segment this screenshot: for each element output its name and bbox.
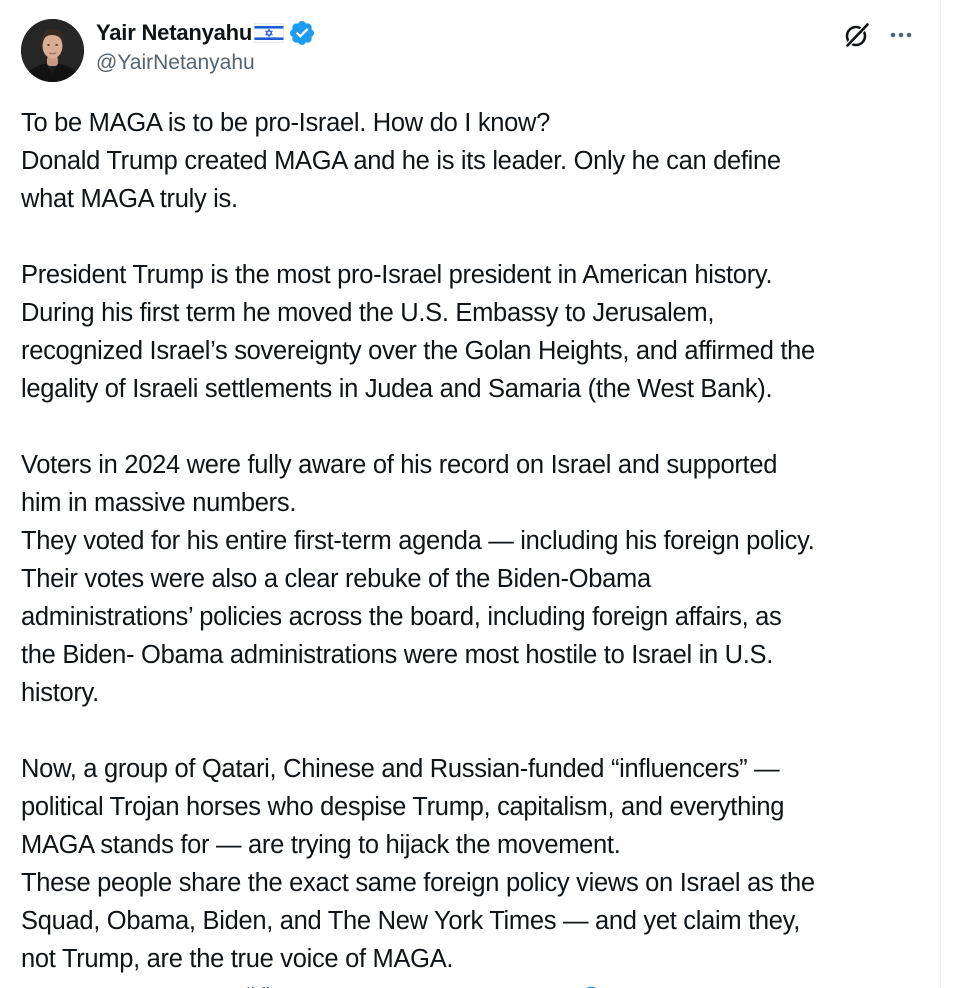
tweet-line: To be MAGA is to be pro-Israel. How do I… [21,109,551,137]
tweet-line: MAGA stands for — are trying to hijack t… [21,831,621,859]
verified-badge-icon[interactable] [288,19,316,47]
grok-icon[interactable] [843,21,871,49]
tweet-line: the Biden- Obama administrations were mo… [21,641,774,669]
tweet-line: Their votes were also a clear rebuke of … [21,565,651,593]
tweet-line: history. [21,679,99,707]
tweet-line: During his first term he moved the U.S. … [21,299,715,327]
tweet-line: Now, a group of Qatari, Chinese and Russ… [21,755,780,783]
tweet-line: recognized Israel’s sovereignty over the… [21,337,815,365]
tweet-card: Yair Netanyahu @YairNetanyahu To be MAGA… [0,0,940,988]
tweet-line: These people share the exact same foreig… [21,869,815,897]
show-more-link[interactable]: G [581,978,601,988]
tweet-line: what MAGA truly is. [21,185,238,213]
israel-flag-icon [254,23,284,43]
truncated-line: “ ” G [21,978,921,988]
tweet-line: administrations’ policies across the boa… [21,603,782,631]
truncated-text-fragment: “ ” [246,978,270,988]
name-row: Yair Netanyahu [96,17,316,49]
tweet-line: Squad, Obama, Biden, and The New York Ti… [21,907,800,935]
tweet-line: They voted for his entire first-term age… [21,527,815,555]
tweet-line: legality of Israeli settlements in Judea… [21,375,773,403]
tweet-line: political Trojan horses who despise Trum… [21,793,785,821]
author-header: Yair Netanyahu @YairNetanyahu [96,17,316,75]
tweet-line: not Trump, are the true voice of MAGA. [21,945,454,973]
tweet-text: To be MAGA is to be pro-Israel. How do I… [21,104,921,978]
more-options-icon[interactable] [887,21,915,49]
tweet-line: Donald Trump created MAGA and he is its … [21,147,781,175]
tweet-line: Voters in 2024 were fully aware of his r… [21,451,778,479]
column-divider [940,0,941,988]
profile-photo-icon [21,19,84,82]
avatar[interactable] [21,19,84,82]
tweet-line: him in massive numbers. [21,489,297,517]
display-name[interactable]: Yair Netanyahu [96,20,252,46]
user-handle[interactable]: @YairNetanyahu [96,51,316,75]
tweet-line: President Trump is the most pro-Israel p… [21,261,773,289]
